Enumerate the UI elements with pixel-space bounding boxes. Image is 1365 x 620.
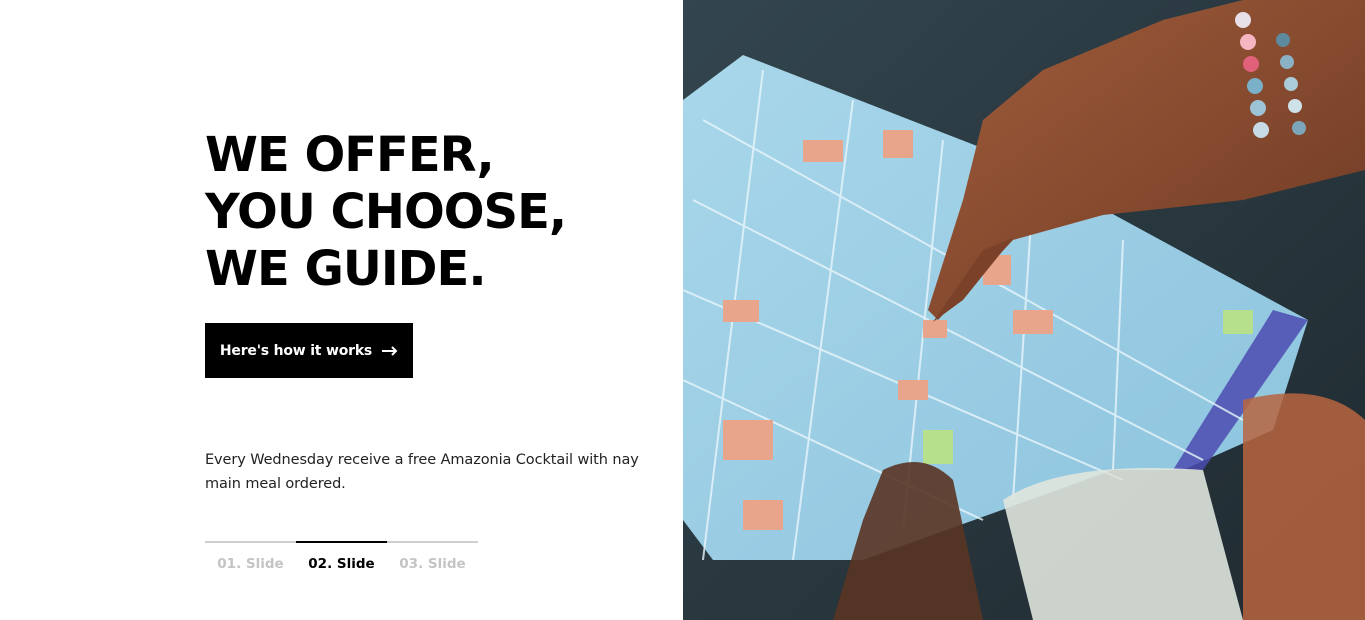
slide-tab-1[interactable]: 01. Slide	[205, 541, 296, 577]
promo-text: Every Wednesday receive a free Amazonia …	[205, 452, 639, 492]
slide-tab-3[interactable]: 03. Slide	[387, 541, 478, 577]
map-photo-illustration	[683, 0, 1365, 620]
slide-tab-2[interactable]: 02. Slide	[296, 541, 387, 577]
headline-line-2: YOU CHOOSE,	[205, 184, 567, 240]
hero-headline: WE OFFER, YOU CHOOSE, WE GUIDE.	[205, 127, 567, 298]
hero-text-panel: WE OFFER, YOU CHOOSE, WE GUIDE. Here's h…	[0, 0, 683, 620]
headline-line-3: WE GUIDE.	[205, 241, 487, 297]
slide-pagination: 01. Slide 02. Slide 03. Slide	[205, 541, 478, 577]
how-it-works-label: Here's how it works	[219, 342, 373, 359]
arrow-right-icon	[382, 345, 398, 356]
headline-line-1: WE OFFER,	[205, 127, 495, 183]
how-it-works-button[interactable]: Here's how it works	[205, 323, 413, 378]
hero-image	[683, 0, 1365, 620]
